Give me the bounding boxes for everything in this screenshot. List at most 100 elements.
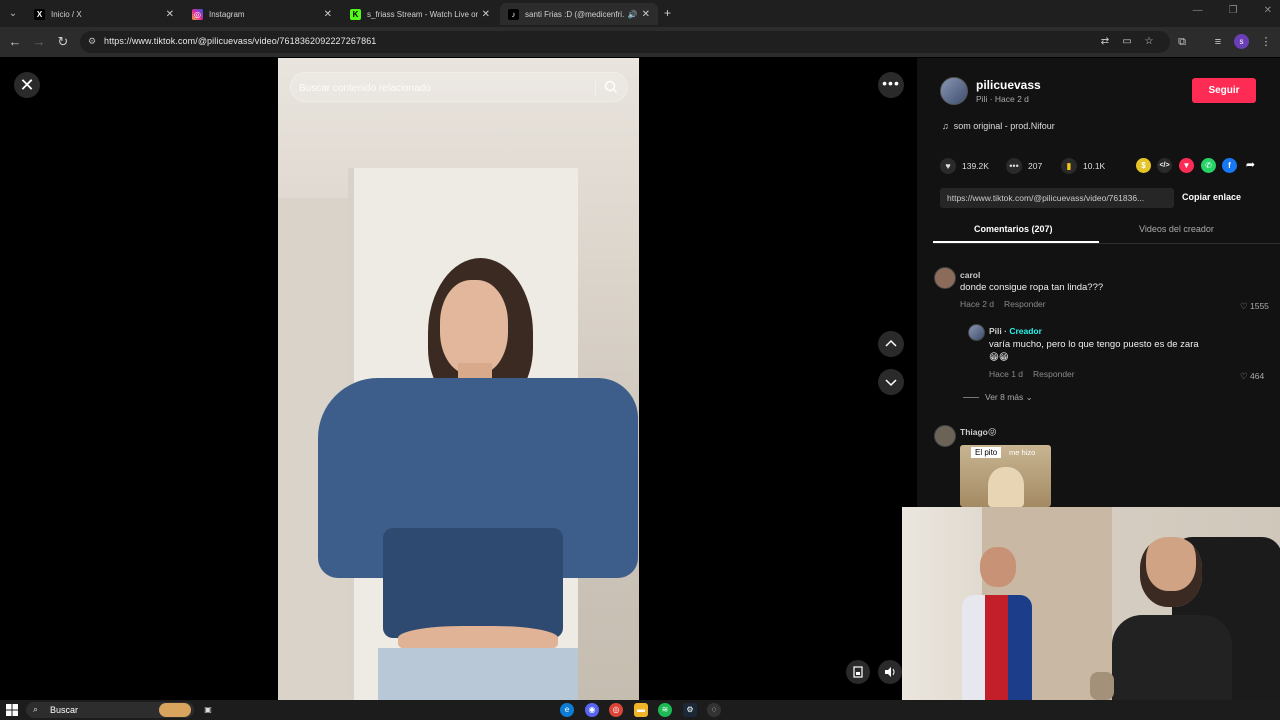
- related-search-input[interactable]: [299, 79, 589, 97]
- like-count: 139.2K: [962, 161, 989, 171]
- related-search-bar[interactable]: [290, 72, 628, 102]
- translate-icon[interactable]: ⇄: [1098, 35, 1112, 49]
- tab-comments[interactable]: Comentarios (207): [974, 224, 1053, 234]
- close-video-button[interactable]: ✕: [14, 72, 40, 98]
- creator-avatar[interactable]: [940, 77, 968, 105]
- video-player[interactable]: [278, 58, 639, 700]
- browser-menu-icon[interactable]: ⋮: [1258, 34, 1274, 50]
- reply-link[interactable]: Responder: [1033, 369, 1075, 379]
- reply-like[interactable]: ♡ 464: [1240, 371, 1264, 382]
- media-controls-icon[interactable]: ≡: [1210, 34, 1226, 50]
- reply-author[interactable]: Pili · Creador: [989, 326, 1042, 336]
- spotify-icon[interactable]: ≋: [658, 703, 672, 717]
- music-link[interactable]: ♫ som original - prod.Nifour: [942, 121, 1055, 131]
- search-icon: ⌕: [33, 704, 39, 714]
- search-divider: [595, 80, 596, 96]
- commenter-name[interactable]: carol: [960, 270, 980, 280]
- tab-x[interactable]: X Inicio / X ✕: [26, 3, 182, 25]
- chrome-icon[interactable]: ◎: [609, 703, 623, 717]
- url-text[interactable]: https://www.tiktok.com/@pilicuevass/vide…: [104, 36, 376, 46]
- obs-icon[interactable]: ◌: [707, 703, 721, 717]
- creator-username[interactable]: pilicuevass: [976, 78, 1041, 92]
- close-tab-icon[interactable]: ✕: [324, 9, 332, 20]
- tiktok-logo-icon: ♪: [508, 8, 519, 20]
- taskbar-search-input[interactable]: [50, 703, 170, 717]
- commenter-avatar[interactable]: [934, 267, 956, 289]
- search-icon[interactable]: [603, 79, 619, 95]
- kick-logo-icon: K: [350, 8, 361, 20]
- reply-emoji: 😁😁: [989, 352, 1009, 363]
- divider-line: [963, 397, 979, 399]
- follow-button[interactable]: Seguir: [1192, 78, 1256, 103]
- windows-start-icon[interactable]: [6, 704, 18, 716]
- copy-link-button[interactable]: Copiar enlace: [1182, 192, 1241, 202]
- window-controls: — ❐ ✕: [1193, 5, 1272, 16]
- view-more-replies[interactable]: Ver 8 más ⌄: [963, 392, 1033, 403]
- repost-icon[interactable]: ▼: [1179, 158, 1194, 173]
- reply-author-name: Pili: [989, 326, 1002, 336]
- tab-tiktok[interactable]: ♪ santi Frias :D (@medicenfri... 🔊 ✕: [500, 3, 658, 25]
- tab-kick[interactable]: K s_friass Stream - Watch Live on ✕: [342, 3, 498, 25]
- tab-instagram[interactable]: ◎ Instagram ✕: [184, 3, 340, 25]
- cam-person-left: [962, 547, 1032, 700]
- taskbar-search[interactable]: ⌕: [26, 702, 194, 718]
- reply-time: Hace 1 d: [989, 369, 1024, 379]
- chevron-up-icon: [885, 339, 897, 347]
- edge-icon[interactable]: e: [560, 703, 574, 717]
- report-button[interactable]: [846, 660, 870, 684]
- tab-strip: ⌄ X Inicio / X ✕ ◎ Instagram ✕ K s_frias…: [0, 0, 1280, 27]
- reply-avatar[interactable]: [968, 324, 985, 341]
- cast-icon[interactable]: ▭: [1120, 35, 1134, 49]
- reply-link[interactable]: Responder: [1004, 299, 1046, 309]
- chevron-down-icon: ⌄: [1025, 392, 1033, 402]
- comment-meta: Hace 2 d Responder: [960, 299, 1056, 309]
- steam-icon[interactable]: ⚙: [683, 703, 697, 717]
- reply-text: varía mucho, pero lo que tengo puesto es…: [989, 339, 1199, 350]
- next-video-button[interactable]: [878, 369, 904, 395]
- new-tab-button[interactable]: +: [664, 6, 671, 20]
- tab-creator-videos[interactable]: Videos del creador: [1139, 224, 1214, 234]
- profile-avatar[interactable]: s: [1234, 34, 1249, 49]
- close-tab-icon[interactable]: ✕: [166, 9, 174, 20]
- task-view-icon[interactable]: ▣: [201, 703, 215, 717]
- address-bar[interactable]: ⚙ https://www.tiktok.com/@pilicuevass/vi…: [80, 31, 1170, 53]
- site-info-icon[interactable]: ⚙: [88, 35, 100, 47]
- file-explorer-icon[interactable]: ▬: [634, 703, 648, 717]
- previous-video-button[interactable]: [878, 331, 904, 357]
- commenter-name[interactable]: Thiago😝: [960, 427, 997, 438]
- bookmark-star-icon[interactable]: ☆: [1142, 35, 1156, 49]
- maximize-icon[interactable]: ❐: [1229, 5, 1238, 16]
- close-window-icon[interactable]: ✕: [1264, 5, 1272, 16]
- navigation-bar: ← → ↻ ⚙ https://www.tiktok.com/@pilicuev…: [0, 27, 1280, 57]
- share-arrow-icon[interactable]: ➦: [1243, 158, 1258, 173]
- facebook-icon[interactable]: f: [1222, 158, 1237, 173]
- save-stat[interactable]: ▮ 10.1K: [1061, 158, 1105, 174]
- comment-stat[interactable]: ••• 207: [1006, 158, 1042, 174]
- heart-outline-icon: ♡: [1240, 301, 1250, 311]
- save-count: 10.1K: [1083, 161, 1106, 171]
- back-icon[interactable]: ←: [6, 33, 24, 51]
- commenter-avatar[interactable]: [934, 425, 956, 447]
- extensions-icon[interactable]: ⧉: [1174, 34, 1190, 50]
- embed-icon[interactable]: </>: [1157, 158, 1172, 173]
- whatsapp-icon[interactable]: ✆: [1201, 158, 1216, 173]
- speaker-icon[interactable]: 🔊: [628, 10, 638, 19]
- reload-icon[interactable]: ↻: [54, 33, 72, 51]
- volume-button[interactable]: [878, 660, 902, 684]
- comment-like[interactable]: ♡ 1555: [1240, 301, 1269, 312]
- gif-caption: me hizo: [1009, 448, 1036, 457]
- discord-icon[interactable]: ◉: [585, 703, 599, 717]
- minimize-icon[interactable]: —: [1193, 5, 1203, 16]
- like-stat[interactable]: ♥ 139.2K: [940, 158, 989, 174]
- tab-search-icon[interactable]: ⌄: [4, 5, 22, 23]
- video-link-box[interactable]: https://www.tiktok.com/@pilicuevass/vide…: [940, 188, 1174, 208]
- close-tab-icon[interactable]: ✕: [642, 9, 650, 20]
- comment-gif[interactable]: El pito me hizo: [960, 445, 1051, 507]
- webcam-overlay: [902, 507, 1280, 700]
- more-options-button[interactable]: •••: [878, 72, 904, 98]
- close-tab-icon[interactable]: ✕: [482, 9, 490, 20]
- reply-meta: Hace 1 d Responder: [989, 369, 1085, 379]
- cam-microphone-shape: [1090, 672, 1114, 700]
- forward-icon[interactable]: →: [30, 33, 48, 51]
- coin-share-icon[interactable]: $: [1136, 158, 1151, 173]
